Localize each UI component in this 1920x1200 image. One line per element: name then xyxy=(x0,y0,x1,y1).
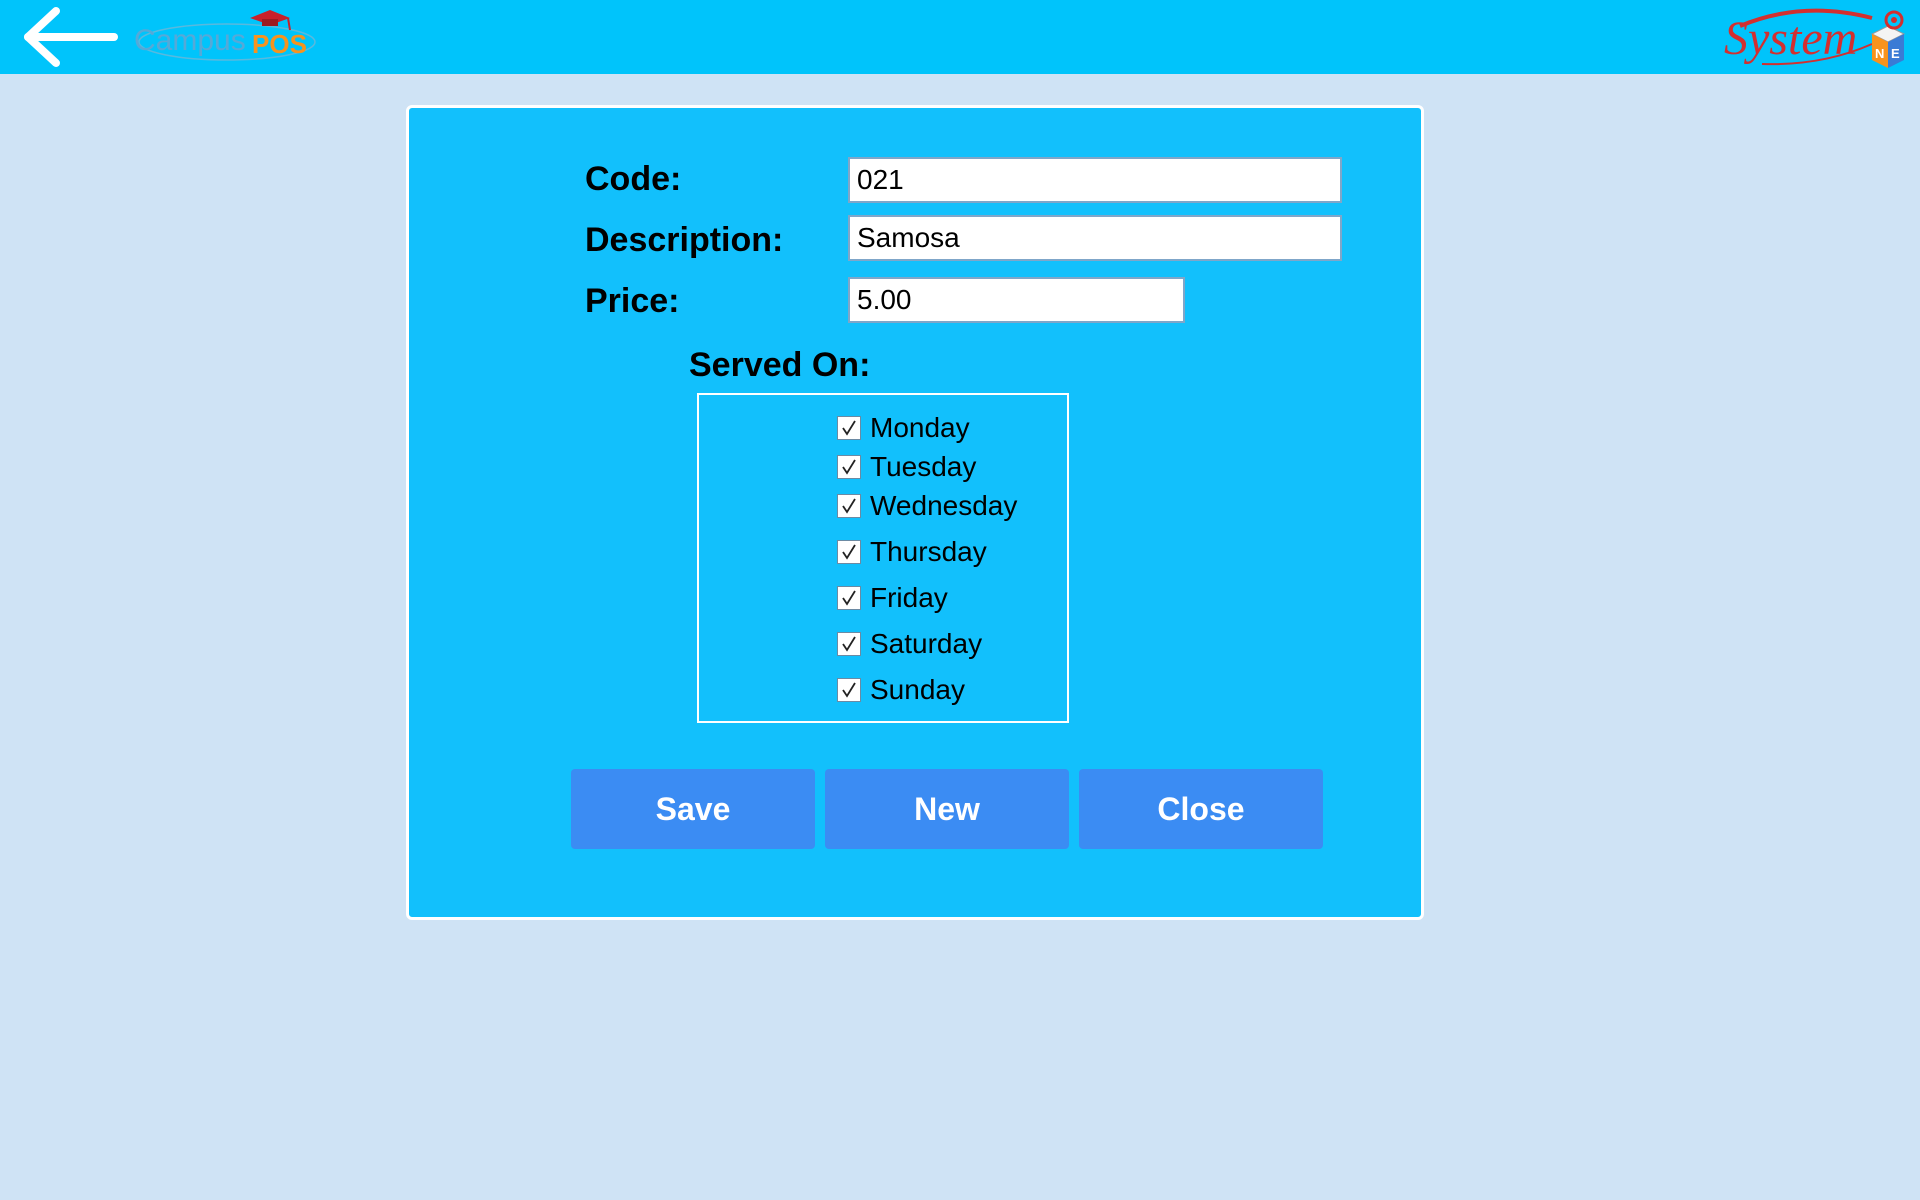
top-bar: Campus POS System N E xyxy=(0,0,1920,74)
check-icon xyxy=(842,498,856,514)
item-form-panel: Code: Description: Price: Served On: Mon… xyxy=(406,105,1424,920)
served-on-label: Served On: xyxy=(689,346,871,384)
day-label: Friday xyxy=(870,582,948,613)
pos-text: POS xyxy=(252,29,307,59)
new-button[interactable]: New xyxy=(825,769,1069,849)
cube-letter-e: E xyxy=(1891,46,1900,61)
code-input[interactable] xyxy=(848,157,1342,203)
day-label: Saturday xyxy=(870,628,983,659)
day-option-wednesday[interactable]: Wednesday xyxy=(837,489,1017,523)
system-ne-logo: System N E xyxy=(1722,4,1912,72)
friday-checkbox[interactable] xyxy=(837,586,861,610)
day-option-thursday[interactable]: Thursday xyxy=(837,535,987,569)
price-input[interactable] xyxy=(848,277,1185,323)
check-icon xyxy=(842,636,856,652)
save-button[interactable]: Save xyxy=(571,769,815,849)
sunday-checkbox[interactable] xyxy=(837,678,861,702)
check-icon xyxy=(842,682,856,698)
check-icon xyxy=(842,590,856,606)
day-label: Thursday xyxy=(870,536,987,567)
saturday-checkbox[interactable] xyxy=(837,632,861,656)
days-checkbox-group: Monday Tuesday Wednesday Thursday Friday xyxy=(697,393,1069,723)
tuesday-checkbox[interactable] xyxy=(837,455,861,479)
day-label: Tuesday xyxy=(870,451,977,482)
system-text: System xyxy=(1724,12,1857,65)
close-button[interactable]: Close xyxy=(1079,769,1323,849)
check-icon xyxy=(842,459,856,475)
day-option-friday[interactable]: Friday xyxy=(837,581,948,615)
description-input[interactable] xyxy=(848,215,1342,261)
code-label: Code: xyxy=(585,160,682,198)
check-icon xyxy=(842,544,856,560)
campus-pos-logo: Campus POS xyxy=(132,4,322,70)
day-option-sunday[interactable]: Sunday xyxy=(837,673,965,707)
monday-checkbox[interactable] xyxy=(837,416,861,440)
price-label: Price: xyxy=(585,282,680,320)
thursday-checkbox[interactable] xyxy=(837,540,861,564)
day-label: Monday xyxy=(870,412,970,443)
campus-text: Campus xyxy=(134,24,246,57)
day-option-saturday[interactable]: Saturday xyxy=(837,627,982,661)
day-label: Sunday xyxy=(870,674,965,705)
wednesday-checkbox[interactable] xyxy=(837,494,861,518)
day-option-monday[interactable]: Monday xyxy=(837,411,970,445)
description-label: Description: xyxy=(585,221,784,259)
day-option-tuesday[interactable]: Tuesday xyxy=(837,450,976,484)
day-label: Wednesday xyxy=(870,490,1018,521)
check-icon xyxy=(842,420,856,436)
back-arrow-icon[interactable] xyxy=(20,6,120,68)
cube-letter-n: N xyxy=(1875,46,1884,61)
